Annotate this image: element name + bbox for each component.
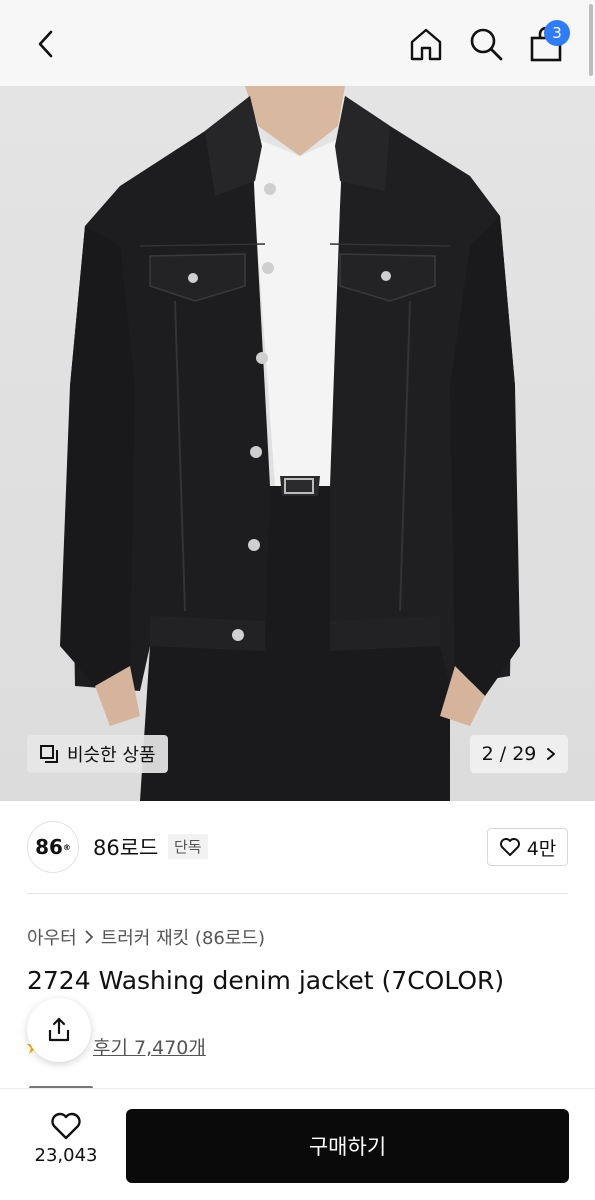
product-photo [60,86,520,801]
buy-button[interactable]: 구매하기 [126,1109,569,1183]
brand-logo[interactable]: 86 ® [27,821,79,873]
heart-icon [51,1112,81,1140]
share-icon [48,1017,70,1042]
share-button[interactable] [27,998,91,1062]
brand-row: 86 ® 86로드 단독 4만 [27,818,568,876]
chevron-left-icon [38,30,53,58]
breadcrumb-subcategory[interactable]: 트러커 재킷 (86로드) [101,924,265,950]
back-button[interactable] [24,22,68,66]
copy-icon [40,745,58,763]
reviews-link[interactable]: 후기 7,470개 [93,1033,206,1060]
product-image-gallery[interactable]: 비슷한 상품 2 / 29 [0,86,595,801]
wishlist-count: 23,043 [34,1145,98,1166]
similar-products-button[interactable]: 비슷한 상품 [27,735,168,773]
chevron-right-icon [85,930,93,944]
top-bar: 3 [0,0,595,86]
search-icon [470,28,503,61]
brand-like-count: 4만 [526,837,557,860]
chevron-right-icon [547,748,556,760]
breadcrumb-category[interactable]: 아우터 [27,924,77,950]
image-pager[interactable]: 2 / 29 [470,735,568,773]
cart-count-badge: 3 [544,20,570,46]
search-button[interactable] [464,22,508,66]
similar-products-label: 비슷한 상품 [67,745,156,766]
bottom-action-bar: 23,043 구매하기 [0,1088,595,1200]
heart-icon [499,838,520,856]
brand-like-button[interactable]: 4만 [487,828,568,866]
pager-text: 2 / 29 [481,743,537,765]
home-button[interactable] [404,22,448,66]
brand-name[interactable]: 86로드 [93,832,158,862]
home-icon [410,28,442,61]
cart-button[interactable]: 3 [524,20,570,66]
wishlist-button[interactable]: 23,043 [28,1111,104,1166]
scrollbar-thumb[interactable] [589,4,593,76]
product-title: 2724 Washing denim jacket (7COLOR) [27,966,505,995]
exclusive-badge: 단독 [168,834,208,859]
divider [27,893,568,894]
breadcrumb: 아우터 트러커 재킷 (86로드) [27,924,265,950]
